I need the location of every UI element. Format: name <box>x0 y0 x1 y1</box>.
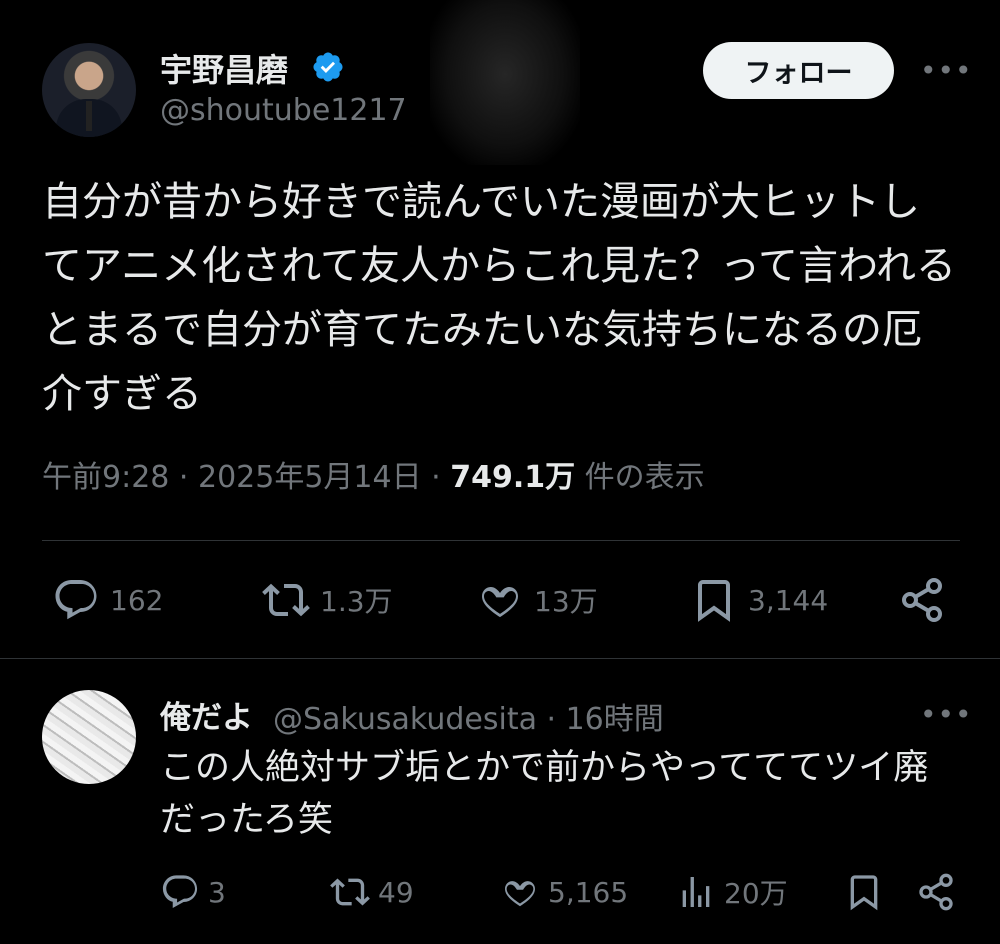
analytics-icon <box>682 877 710 907</box>
reply-icon <box>55 580 97 620</box>
reply-icon <box>162 875 198 908</box>
reply-text: この人絶対サブ垢とかで前からやってててツイ廃だったろ笑 <box>160 748 929 840</box>
divider <box>0 658 1000 659</box>
bookmark-icon <box>850 875 878 911</box>
like-count: 13万 <box>534 585 598 618</box>
retweet-button[interactable]: 1.3万 <box>262 576 393 624</box>
divider <box>42 540 960 541</box>
like-button[interactable]: 13万 <box>476 576 598 624</box>
share-icon <box>902 578 942 622</box>
reply-handle-time[interactable]: @Sakusakudesita · 16時間 <box>273 694 664 738</box>
reply-count: 162 <box>110 583 164 617</box>
tweet-meta: 午前9:28 · 2025年5月14日 · 749.1万 件の表示 <box>42 452 705 496</box>
author-name[interactable]: 宇野昌磨 <box>160 45 288 91</box>
view-count-suffix: 件の表示 <box>575 460 705 495</box>
background-portrait <box>430 0 580 165</box>
tweet-text: 自分が昔から好きで読んでいた漫画が大ヒットしてアニメ化されて友人からこれ見た？っ… <box>42 179 956 417</box>
follow-button[interactable]: フォロー <box>703 42 894 99</box>
reply-avatar[interactable] <box>42 690 136 784</box>
heart-icon <box>505 881 535 907</box>
reply-retweet-button[interactable]: 49 <box>330 872 414 912</box>
bookmark-button[interactable]: 3,144 <box>690 576 828 624</box>
retweet-icon <box>262 583 310 617</box>
reply-reply-button[interactable]: 3 <box>160 872 226 912</box>
reply-reply-count: 3 <box>208 875 226 909</box>
verified-badge-icon <box>313 52 343 82</box>
reply-view-count: 20万 <box>724 877 788 910</box>
reply-bookmark-button[interactable] <box>844 872 884 912</box>
reply-button[interactable]: 162 <box>52 576 163 624</box>
heart-icon <box>482 586 518 618</box>
bookmark-icon <box>698 580 730 622</box>
author-handle[interactable]: @shoutube1217 <box>160 93 407 128</box>
share-icon <box>919 873 953 911</box>
reply-like-count: 5,165 <box>548 875 629 909</box>
reply-like-button[interactable]: 5,165 <box>500 872 628 912</box>
reply-retweet-count: 49 <box>378 875 414 909</box>
retweet-icon <box>330 878 370 906</box>
reply-more-options-icon[interactable]: ••• <box>920 698 973 731</box>
reply-share-button[interactable] <box>916 872 956 912</box>
view-count: 749.1万 <box>450 460 576 495</box>
more-options-icon[interactable]: ••• <box>920 54 973 87</box>
author-avatar[interactable] <box>42 43 136 137</box>
reply-views-button[interactable]: 20万 <box>676 872 788 912</box>
share-button[interactable] <box>898 576 946 624</box>
reply-author-name[interactable]: 俺だよ <box>160 692 253 737</box>
bookmark-count: 3,144 <box>748 583 829 617</box>
tweet-time[interactable]: 午前9:28 · 2025年5月14日 · <box>42 460 450 495</box>
retweet-count: 1.3万 <box>320 585 393 618</box>
